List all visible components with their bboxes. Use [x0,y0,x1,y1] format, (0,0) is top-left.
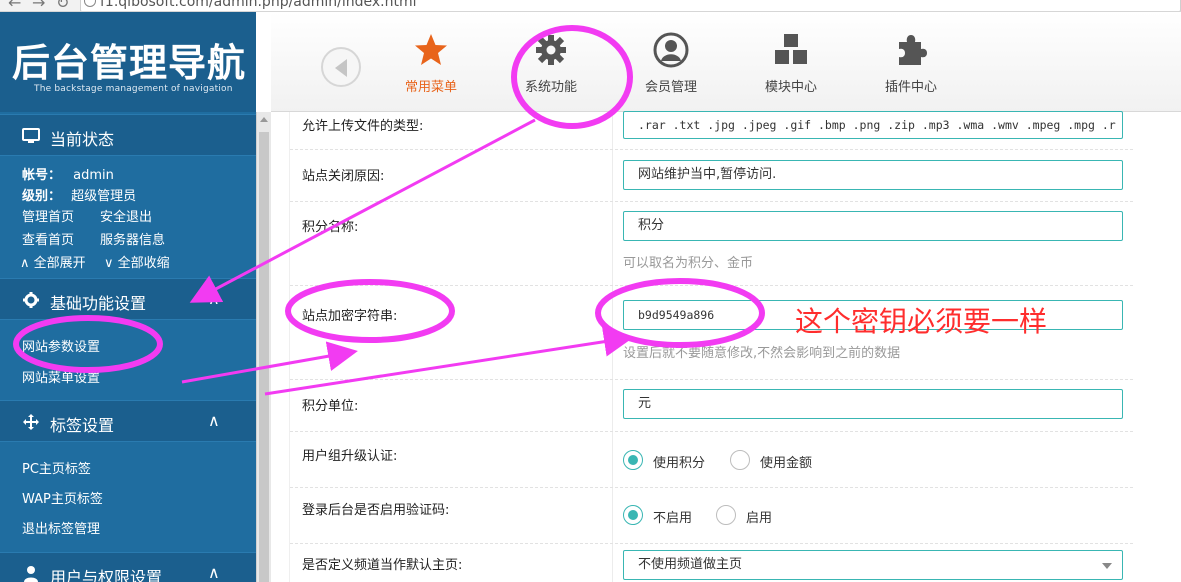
tab-common-menu[interactable]: 常用菜单 [386,32,476,102]
menu-site-params[interactable]: 网站参数设置 [22,336,100,355]
annotation-note: 这个密钥必须要一样 [795,305,1048,338]
points-name-input[interactable]: 积分 [623,211,1123,241]
encrypt-key-hint: 设置后就不要随意修改,不然会影响到之前的数据 [623,346,901,361]
menu-exit-labels[interactable]: 退出标签管理 [22,518,100,537]
monitor-icon [22,128,40,143]
radio-use-amount[interactable] [730,450,750,470]
tab-member-management[interactable]: 会员管理 [626,32,716,102]
content-gutter [271,112,290,582]
row-admin-captcha: 登录后台是否启用验证码: [290,488,1133,544]
tab-plugin-center[interactable]: 插件中心 [866,32,956,102]
upload-types-input[interactable]: .rar .txt .jpg .jpeg .gif .bmp .png .zip… [623,111,1123,139]
default-channel-select[interactable]: 不使用频道做主页 [623,550,1123,580]
level-line: 级别： 超级管理员 [22,185,136,204]
radio-captcha-off[interactable] [623,505,643,525]
field-label: 站点关闭原因: [302,169,385,184]
back-button[interactable] [321,47,361,87]
logout-link[interactable]: 安全退出 [100,206,152,225]
tab-label: 模块中心 [764,80,817,95]
sidebar: 后台管理导航 The backstage management of navig… [0,12,256,582]
scroll-up-icon[interactable] [260,117,268,122]
radio-label: 不启用 [653,511,693,526]
account-line: 帐号： admin [22,164,114,183]
url-text[interactable]: f1.qibosoft.com/admin.php/admin/index.ht… [100,0,417,10]
field-label: 允许上传文件的类型: [302,119,424,134]
radio-label: 使用积分 [653,456,706,471]
user-icon [24,566,38,582]
radio-label: 启用 [746,511,773,526]
tab-label: 会员管理 [644,80,697,95]
tab-label: 插件中心 [884,80,937,95]
admin-home-link[interactable]: 管理首页 [22,206,74,225]
close-reason-input[interactable]: 网站维护当中,暂停访问. [623,160,1123,190]
chevron-up-icon[interactable]: ∧ [208,411,220,430]
menu-site-menu[interactable]: 网站菜单设置 [22,367,100,386]
account-value: admin [73,168,114,183]
section-title: 基础功能设置 [50,294,147,313]
expand-all-label: 全部展开 [33,256,86,271]
gear-icon [536,35,566,65]
view-home-link[interactable]: 查看首页 [22,229,74,248]
move-icon [23,414,39,430]
admin-page: ← → ↻ f1.qibosoft.com/admin.php/admin/in… [0,0,1181,582]
field-label: 积分单位: [302,399,359,414]
level-label: 级别： [22,189,62,204]
chevron-up-icon[interactable]: ∧ [208,289,220,308]
chevron-down-icon: ∨ [104,256,114,271]
section-basic-settings[interactable]: 基础功能设置 ∧ [0,278,256,320]
expand-all-link[interactable]: ∧ 全部展开 [20,252,86,271]
collapse-all-label: 全部收缩 [117,256,170,271]
menu-wap-labels[interactable]: WAP主页标签 [22,488,103,507]
field-label: 用户组升级认证: [302,449,398,464]
points-name-hint: 可以取名为积分、金币 [623,256,754,271]
sidebar-scrollbar[interactable] [256,112,271,582]
section-title: 标签设置 [50,416,115,435]
section-title: 当前状态 [50,130,115,149]
radio-captcha-on[interactable] [716,505,736,525]
chevron-up-icon: ∧ [20,256,30,271]
select-value: 不使用频道做主页 [638,557,743,572]
tab-label: 常用菜单 [404,80,457,95]
reload-icon[interactable]: ↻ [56,0,69,11]
menu-pc-labels[interactable]: PC主页标签 [22,458,91,477]
tab-system-functions[interactable]: 系统功能 [506,32,596,102]
top-menu-bar: 常用菜单 系统功能 会员管理 模块中心 插件中心 [271,12,1181,112]
chevron-up-icon[interactable]: ∧ [208,563,220,582]
star-icon [415,34,447,65]
field-label: 是否定义频道当作默认主页: [302,558,463,573]
account-label: 帐号： [22,168,62,183]
section-title: 用户与权限设置 [50,568,163,582]
section-current-status[interactable]: 当前状态 [0,114,256,156]
logo-subtitle: The backstage management of navigation [34,84,233,94]
field-label: 登录后台是否启用验证码: [302,503,450,518]
collapse-all-link[interactable]: ∨ 全部收缩 [104,252,170,271]
server-info-link[interactable]: 服务器信息 [100,229,165,248]
scroll-thumb[interactable] [259,132,269,582]
user-icon [653,32,689,68]
field-label: 站点加密字符串: [302,309,398,324]
radio-label: 使用金额 [760,456,813,471]
arrow-left-icon [335,59,347,77]
tab-label: 系统功能 [524,80,577,95]
section-user-permissions[interactable]: 用户与权限设置 ∧ [0,552,256,582]
puzzle-icon [899,35,927,65]
chevron-down-icon [1102,563,1112,569]
back-arrow-icon[interactable]: ← [8,0,21,11]
logo: 后台管理导航 The backstage management of navig… [0,12,256,112]
tab-module-center[interactable]: 模块中心 [746,32,836,102]
browser-address-bar: ← → ↻ f1.qibosoft.com/admin.php/admin/in… [0,0,1181,12]
row-group-upgrade: 用户组升级认证: [290,432,1133,488]
cubes-icon [775,34,807,64]
gear-icon [23,292,39,308]
radio-use-points[interactable] [623,450,643,470]
field-label: 积分名称: [302,220,359,235]
section-label-settings[interactable]: 标签设置 ∧ [0,400,256,442]
forward-arrow-icon[interactable]: → [32,0,45,11]
points-unit-input[interactable]: 元 [623,389,1123,419]
level-value: 超级管理员 [71,189,137,204]
logo-title: 后台管理导航 [12,41,247,85]
